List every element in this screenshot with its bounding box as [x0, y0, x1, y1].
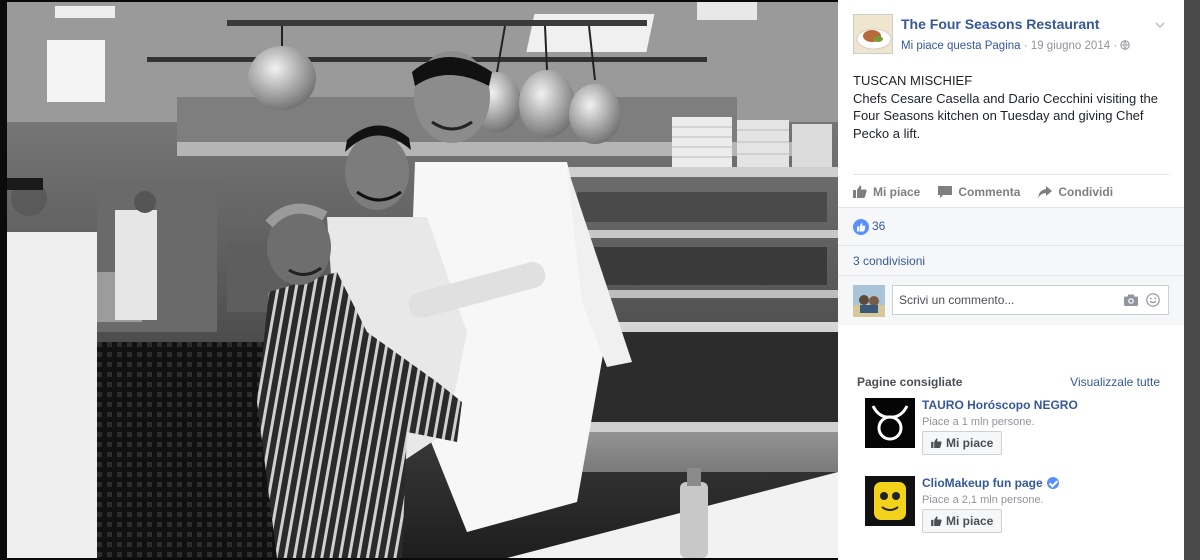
thumbs-up-icon: [853, 185, 867, 198]
taurus-symbol-icon: [865, 398, 915, 448]
thumbs-up-icon: [931, 438, 942, 448]
share-button[interactable]: Condividi: [1038, 185, 1113, 199]
like-page-link[interactable]: Mi piace questa Pagina: [901, 40, 1021, 52]
caption-title: TUSCAN MISCHIEF: [853, 73, 973, 88]
see-all-link[interactable]: Visualizzale tutte: [1070, 375, 1160, 389]
rec-name-text: ClioMakeup fun page: [922, 476, 1043, 490]
recommended-page-likes: Piace a 2,1 mln persone.: [922, 494, 1044, 506]
post-actions: Mi piace Commenta Condividi: [853, 174, 1169, 208]
like-reaction-icon: [853, 219, 869, 235]
like-count[interactable]: 36: [872, 219, 885, 233]
chevron-down-icon[interactable]: [1153, 18, 1167, 32]
recommended-page-item: ClioMakeup fun page Piace a 2,1 mln pers…: [865, 476, 1165, 536]
post-caption: TUSCAN MISCHIEF Chefs Cesare Casella and…: [853, 72, 1173, 142]
page-name-link[interactable]: The Four Seasons Restaurant: [901, 16, 1099, 32]
like-page-button[interactable]: Mi piace: [922, 431, 1003, 455]
like-button[interactable]: Mi piace: [853, 185, 920, 199]
meta-separator: ·: [1023, 40, 1028, 52]
recommended-page-name[interactable]: ClioMakeup fun page: [922, 476, 1059, 490]
verified-icon: [1046, 477, 1059, 489]
like-page-button[interactable]: Mi piace: [922, 509, 1003, 533]
camera-icon[interactable]: [1124, 294, 1138, 306]
avatar: [853, 285, 885, 317]
meta-separator-2: ·: [1113, 40, 1118, 52]
reactions-bar[interactable]: 36: [838, 207, 1184, 245]
comment-composer: [838, 275, 1184, 325]
kitchen-photo-illustration: [7, 2, 838, 558]
post-date[interactable]: 19 giugno 2014: [1031, 40, 1110, 52]
comment-box: [892, 285, 1169, 315]
recommended-page-likes: Piace a 1 mln persone.: [922, 416, 1035, 428]
post-photo[interactable]: [7, 2, 838, 558]
shares-count-link[interactable]: 3 condivisioni: [853, 254, 925, 268]
like-label: Mi piace: [873, 184, 921, 199]
comment-input[interactable]: [893, 286, 1113, 314]
background-page-edge: [1184, 0, 1200, 560]
tauro-page-image[interactable]: [865, 398, 915, 448]
post-sidebar: The Four Seasons Restaurant Mi piace que…: [838, 0, 1184, 560]
share-icon: [1038, 185, 1053, 198]
comment-button[interactable]: Commenta: [938, 185, 1020, 199]
smiley-icon[interactable]: [1146, 293, 1160, 307]
shares-bar: 3 condivisioni: [838, 245, 1184, 275]
rec-name-text: TAURO Horóscopo NEGRO: [922, 398, 1078, 412]
photo-viewer: The Four Seasons Restaurant Mi piace que…: [0, 0, 1200, 560]
recommended-page-name[interactable]: TAURO Horóscopo NEGRO: [922, 398, 1078, 412]
food-plate-icon: [854, 15, 892, 53]
post-meta: Mi piace questa Pagina · 19 giugno 2014 …: [901, 40, 1131, 52]
cliomakeup-avatar-icon: [865, 476, 915, 526]
share-label: Condividi: [1058, 184, 1114, 199]
like-page-label: Mi piace: [946, 514, 994, 528]
recommended-page-item: TAURO Horóscopo NEGRO Piace a 1 mln pers…: [865, 398, 1165, 458]
globe-icon: [1120, 40, 1131, 50]
comment-icon: [938, 185, 953, 198]
cliomakeup-page-image[interactable]: [865, 476, 915, 526]
caption-body: Chefs Cesare Casella and Dario Cecchini …: [853, 90, 1158, 141]
page-avatar[interactable]: [853, 14, 893, 54]
recommended-pages-title: Pagine consigliate: [857, 375, 963, 389]
comment-label: Commenta: [958, 184, 1021, 199]
thumbs-up-icon: [931, 516, 942, 526]
post-header: The Four Seasons Restaurant Mi piace que…: [853, 14, 1169, 58]
like-page-label: Mi piace: [946, 436, 994, 450]
